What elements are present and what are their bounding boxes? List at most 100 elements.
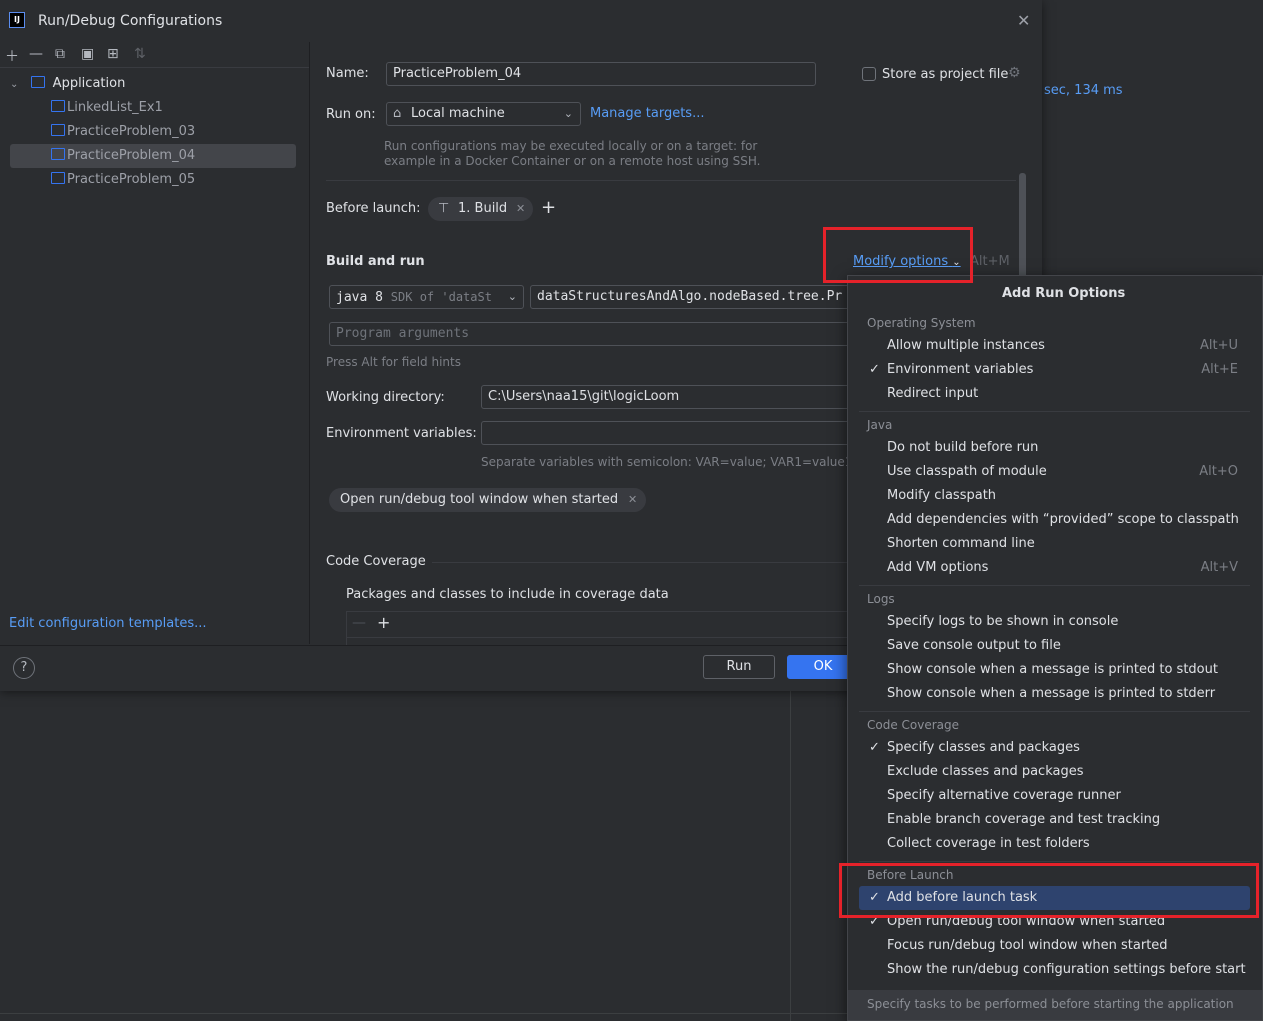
popup-menu-item[interactable]: ✓ Environment variables Alt+E [859, 358, 1250, 382]
popup-menu-item[interactable]: Modify classpath [859, 484, 1250, 508]
popup-menu-item-label: Exclude classes and packages [887, 764, 1084, 779]
popup-menu-item-label: Show the run/debug configuration setting… [887, 962, 1246, 977]
popup-menu-item[interactable]: Exclude classes and packages [859, 760, 1250, 784]
popup-menu-item[interactable]: Shorten command line [859, 532, 1250, 556]
home-icon: ⌂ [393, 106, 402, 121]
popup-menu-item-label: Enable branch coverage and test tracking [887, 812, 1161, 827]
section-divider [326, 180, 1016, 181]
popup-menu-item-label: Allow multiple instances [887, 338, 1045, 353]
popup-group-header: Operating System [867, 316, 976, 330]
remove-chip-icon[interactable]: ✕ [628, 488, 637, 512]
popup-menu-item-label: Use classpath of module [887, 464, 1047, 479]
code-coverage-divider [432, 562, 852, 563]
working-directory-label: Working directory: [326, 390, 445, 405]
environment-variables-input[interactable] [481, 421, 861, 445]
run-on-label: Run on: [326, 107, 376, 122]
popup-menu-item[interactable]: Enable branch coverage and test tracking [859, 808, 1250, 832]
tree-item-practiceproblem-03[interactable]: PracticeProblem_03 [10, 120, 296, 144]
popup-menu-item[interactable]: Show console when a message is printed t… [859, 658, 1250, 682]
copy-icon[interactable]: ⧉ [55, 46, 65, 62]
popup-menu-item[interactable]: Add dependencies with “provided” scope t… [859, 508, 1250, 532]
tree-item-practiceproblem-04[interactable]: PracticeProblem_04 [10, 144, 296, 168]
popup-menu-item[interactable]: Specify alternative coverage runner [859, 784, 1250, 808]
intellij-logo-icon: IJ [9, 12, 25, 28]
jdk-select[interactable]: java 8 SDK of 'dataSt ⌄ [329, 285, 524, 309]
popup-menu-item[interactable]: Save console output to file [859, 634, 1250, 658]
modify-options-shortcut: Alt+M [970, 254, 1010, 269]
popup-group-separator [859, 585, 1250, 586]
popup-menu-item[interactable]: ✓ Specify classes and packages [859, 736, 1250, 760]
popup-group-separator [859, 711, 1250, 712]
popup-menu-item-shortcut: Alt+E [1201, 362, 1238, 377]
popup-menu-item-shortcut: Alt+V [1200, 560, 1238, 575]
main-class-input[interactable]: dataStructuresAndAlgo.nodeBased.tree.Pr [530, 285, 860, 309]
ide-panel-divider [790, 690, 791, 1021]
popup-menu-item[interactable]: Redirect input [859, 382, 1250, 406]
popup-menu-item[interactable]: Specify logs to be shown in console [859, 610, 1250, 634]
application-icon [30, 76, 45, 88]
chevron-down-icon: ⌄ [563, 107, 573, 120]
popup-menu-item[interactable]: Show console when a message is printed t… [859, 682, 1250, 706]
hammer-icon: ⊤ [438, 201, 450, 216]
popup-menu-item[interactable]: Add VM options Alt+V [859, 556, 1250, 580]
popup-group-header: Code Coverage [867, 718, 960, 732]
popup-menu-item-label: Modify classpath [887, 488, 997, 503]
popup-footer-text: Specify tasks to be performed before sta… [867, 997, 1234, 1011]
popup-menu-item-label: Specify classes and packages [887, 740, 1080, 755]
add-icon[interactable]: ＋ [5, 46, 19, 66]
popup-group-separator [859, 861, 1250, 862]
tree-item-linkedlist-ex1[interactable]: LinkedList_Ex1 [10, 96, 296, 120]
environment-variables-label: Environment variables: [326, 426, 477, 441]
popup-menu-item-label: Shorten command line [887, 536, 1035, 551]
add-before-launch-icon[interactable]: + [541, 197, 556, 218]
close-icon[interactable]: ✕ [1017, 11, 1030, 30]
gear-icon[interactable]: ⚙ [1008, 65, 1021, 81]
remove-chip-icon[interactable]: ✕ [516, 197, 525, 221]
add-icon[interactable]: + [377, 613, 390, 632]
name-input[interactable]: PracticeProblem_04 [386, 62, 816, 86]
popup-menu-item-label: Redirect input [887, 386, 979, 401]
popup-group-header: Java [867, 418, 893, 432]
chevron-down-icon: ⌄ [505, 286, 517, 308]
run-button[interactable]: Run [703, 655, 775, 679]
popup-menu-item-label: Do not build before run [887, 440, 1039, 455]
store-as-project-file-label[interactable]: Store as project file [882, 67, 1008, 82]
build-and-run-label: Build and run [326, 254, 425, 269]
manage-targets-link[interactable]: Manage targets... [590, 106, 704, 121]
save-icon[interactable]: ▣ [81, 46, 94, 62]
application-config-icon [51, 100, 65, 112]
popup-menu-item[interactable]: Focus run/debug tool window when started [859, 934, 1250, 958]
before-launch-build-chip[interactable]: ⊤ 1. Build ✕ [428, 197, 534, 221]
open-tool-window-chip[interactable]: Open run/debug tool window when started … [329, 488, 647, 512]
popup-menu-item[interactable]: Show the run/debug configuration setting… [859, 958, 1250, 982]
remove-icon[interactable]: — [29, 46, 43, 62]
sort-icon[interactable]: ⇅ [134, 46, 146, 62]
coverage-packages-list[interactable] [346, 611, 852, 645]
edit-configuration-templates-link[interactable]: Edit configuration templates... [9, 616, 207, 631]
popup-menu-item[interactable]: Allow multiple instances Alt+U [859, 334, 1250, 358]
tree-item-practiceproblem-05[interactable]: PracticeProblem_05 [10, 168, 296, 192]
popup-menu-item-label: Focus run/debug tool window when started [887, 938, 1168, 953]
program-arguments-input[interactable]: Program arguments [329, 322, 859, 346]
tree-item-application[interactable]: ⌄ Application [10, 72, 296, 96]
help-button[interactable]: ? [13, 657, 35, 679]
popup-group-separator [859, 411, 1250, 412]
popup-menu-item[interactable]: Use classpath of module Alt+O [859, 460, 1250, 484]
popup-menu-item[interactable]: Collect coverage in test folders [859, 832, 1250, 856]
popup-menu-item-label: Show console when a message is printed t… [887, 686, 1216, 701]
checkmark-icon: ✓ [869, 740, 880, 755]
application-config-icon [51, 148, 65, 160]
popup-menu-item-shortcut: Alt+O [1199, 464, 1238, 479]
new-folder-icon[interactable]: ⊞ [107, 46, 119, 62]
remove-icon[interactable]: — [352, 615, 366, 631]
run-on-select[interactable]: ⌂ Local machine ⌄ [386, 102, 581, 126]
popup-menu-item-label: Add dependencies with “provided” scope t… [887, 512, 1239, 527]
popup-menu-item[interactable]: Do not build before run [859, 436, 1250, 460]
popup-group-header: Logs [867, 592, 895, 606]
popup-menu-item-label: Specify logs to be shown in console [887, 614, 1119, 629]
chevron-down-icon[interactable]: ⌄ [10, 79, 18, 90]
coverage-packages-label: Packages and classes to include in cover… [346, 587, 669, 602]
working-directory-input[interactable]: C:\Users\naa15\git\logicLoom [481, 385, 861, 409]
store-as-project-file-checkbox[interactable] [862, 67, 876, 81]
application-config-icon [51, 124, 65, 136]
